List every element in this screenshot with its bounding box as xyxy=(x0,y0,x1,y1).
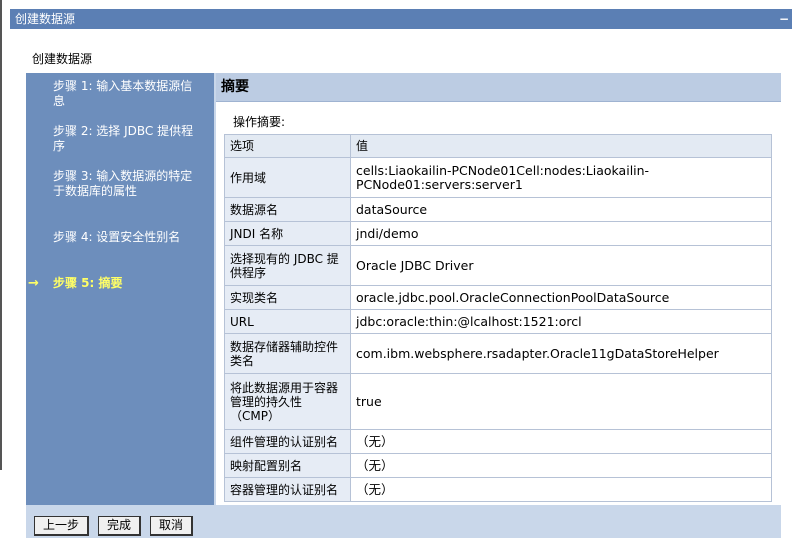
row-value: jndi/demo xyxy=(350,221,772,246)
step-3-link[interactable]: 步骤 3: 输入数据源的特定于数据库的属性 xyxy=(53,169,203,199)
row-value: Oracle JDBC Driver xyxy=(350,245,772,286)
row-value: oracle.jdbc.pool.OracleConnectionPoolDat… xyxy=(350,285,772,310)
table-row: 容器管理的认证别名 （无） xyxy=(224,477,772,502)
row-value: （无） xyxy=(350,453,772,478)
row-value: dataSource xyxy=(350,197,772,222)
table-row: 实现类名 oracle.jdbc.pool.OracleConnectionPo… xyxy=(224,285,772,310)
table-row: 映射配置别名 （无） xyxy=(224,453,772,478)
summary-table: 选项 值 作用域 cells:Liaokailin-PCNode01Cell:n… xyxy=(224,134,772,502)
wizard-button-bar: 上一步 完成 取消 xyxy=(26,509,781,538)
table-row: 数据存储器辅助控件类名 com.ibm.websphere.rsadapter.… xyxy=(224,333,772,374)
summary-table-header: 选项 值 xyxy=(224,134,772,158)
operation-summary-label: 操作摘要: xyxy=(233,115,286,129)
wizard-steps-sidebar: 步骤 1: 输入基本数据源信息 步骤 2: 选择 JDBC 提供程序 步骤 3:… xyxy=(26,73,214,505)
row-value: com.ibm.websphere.rsadapter.Oracle11gDat… xyxy=(350,333,772,374)
table-row: 数据源名 dataSource xyxy=(224,197,772,222)
table-row: JNDI 名称 jndi/demo xyxy=(224,221,772,246)
cancel-button[interactable]: 取消 xyxy=(150,516,194,536)
summary-heading: 摘要 xyxy=(216,73,781,102)
summary-content: 摘要 操作摘要: 选项 值 作用域 cells:Liaokailin-PCNod… xyxy=(216,73,781,505)
previous-button[interactable]: 上一步 xyxy=(34,516,90,536)
column-header-value: 值 xyxy=(350,134,772,158)
window-titlebar: 创建数据源 − xyxy=(10,9,792,29)
minimize-icon[interactable]: − xyxy=(779,9,789,29)
row-key: 将此数据源用于容器管理的持久性（CMP） xyxy=(224,373,351,430)
step-2-link[interactable]: 步骤 2: 选择 JDBC 提供程序 xyxy=(53,124,203,154)
column-header-option: 选项 xyxy=(224,134,351,158)
row-key: 容器管理的认证别名 xyxy=(224,477,351,502)
table-row: 将此数据源用于容器管理的持久性（CMP） true xyxy=(224,373,772,430)
row-key: URL xyxy=(224,309,351,334)
left-edge-rule xyxy=(0,0,2,470)
row-value: true xyxy=(350,373,772,430)
row-key: 数据源名 xyxy=(224,197,351,222)
window-title: 创建数据源 xyxy=(15,12,76,26)
row-value: （无） xyxy=(350,477,772,502)
table-row: 作用域 cells:Liaokailin-PCNode01Cell:nodes:… xyxy=(224,157,772,198)
row-key: 数据存储器辅助控件类名 xyxy=(224,333,351,374)
page-title: 创建数据源 xyxy=(32,52,93,66)
step-1-link[interactable]: 步骤 1: 输入基本数据源信息 xyxy=(53,79,203,109)
row-value: cells:Liaokailin-PCNode01Cell:nodes:Liao… xyxy=(350,157,772,198)
row-key: 实现类名 xyxy=(224,285,351,310)
step-4-link[interactable]: 步骤 4: 设置安全性别名 xyxy=(53,230,203,245)
row-key: 选择现有的 JDBC 提供程序 xyxy=(224,245,351,286)
table-row: URL jdbc:oracle:thin:@lcalhost:1521:orcl xyxy=(224,309,772,334)
row-key: 作用域 xyxy=(224,157,351,198)
row-value: （无） xyxy=(350,429,772,454)
table-row: 选择现有的 JDBC 提供程序 Oracle JDBC Driver xyxy=(224,245,772,286)
row-key: 映射配置别名 xyxy=(224,453,351,478)
row-value: jdbc:oracle:thin:@lcalhost:1521:orcl xyxy=(350,309,772,334)
table-row: 组件管理的认证别名 （无） xyxy=(224,429,772,454)
step-5-current: 步骤 5: 摘要 xyxy=(53,276,123,290)
wizard-panel: 步骤 1: 输入基本数据源信息 步骤 2: 选择 JDBC 提供程序 步骤 3:… xyxy=(26,73,781,538)
row-key: 组件管理的认证别名 xyxy=(224,429,351,454)
row-key: JNDI 名称 xyxy=(224,221,351,246)
finish-button[interactable]: 完成 xyxy=(98,516,142,536)
current-step-arrow-icon: → xyxy=(28,276,39,291)
